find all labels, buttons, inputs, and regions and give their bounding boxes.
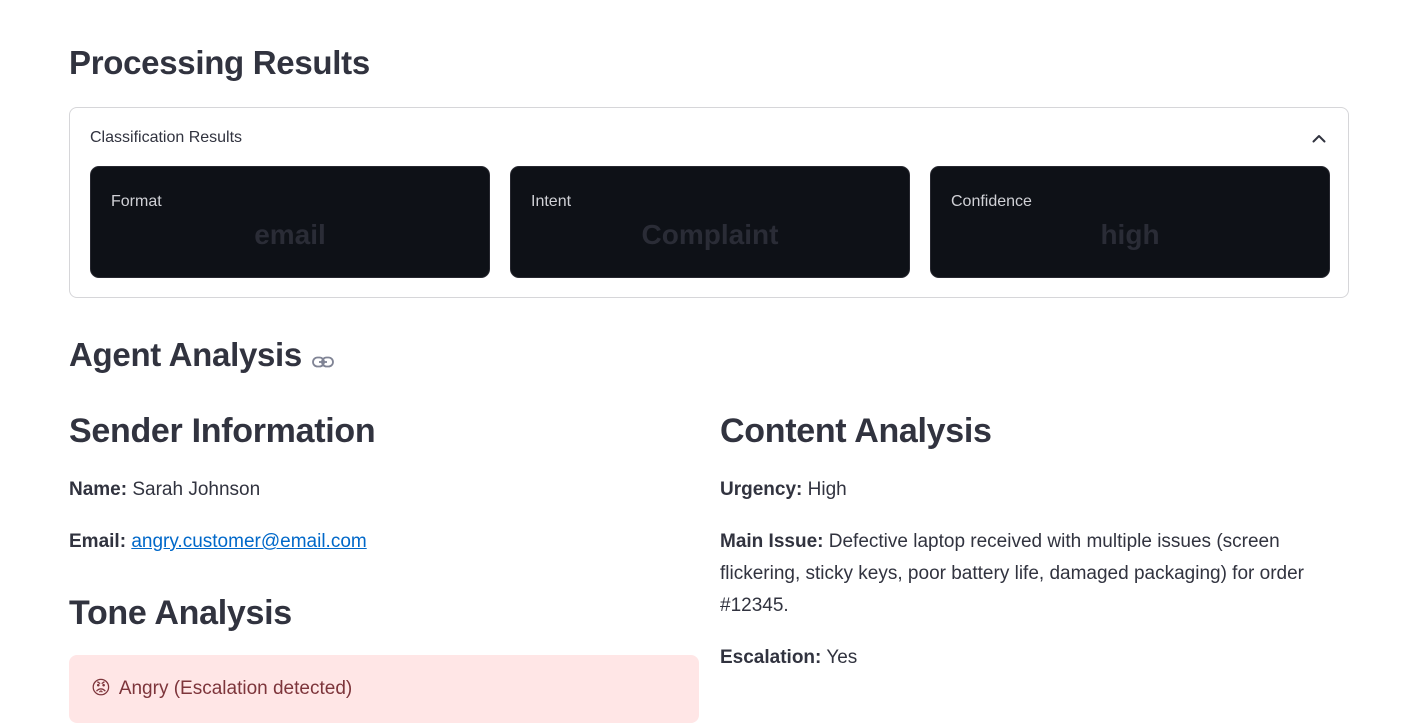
field-value: Sarah Johnson <box>132 479 261 500</box>
field-label: Email: <box>69 531 127 552</box>
metric-card-intent: Intent Complaint <box>510 166 910 278</box>
link-icon[interactable] <box>312 338 334 376</box>
sender-email-field: Email: angry.customer@email.com <box>69 526 367 558</box>
chevron-up-icon[interactable] <box>1310 129 1328 147</box>
field-value: High <box>807 479 847 500</box>
page-title: Processing Results <box>69 44 370 81</box>
sender-name-field: Name: Sarah Johnson <box>69 474 260 506</box>
sender-info-heading: Sender Information <box>69 412 376 450</box>
angry-face-icon: 😡 <box>91 678 111 699</box>
content-analysis-heading: Content Analysis <box>720 412 992 450</box>
expander-header[interactable]: Classification Results <box>90 126 1328 150</box>
tone-alert-text: Angry (Escalation detected) <box>118 677 353 699</box>
metric-value: high <box>1100 219 1160 250</box>
metric-label: Confidence <box>951 193 1032 210</box>
email-link[interactable]: angry.customer@email.com <box>131 531 366 552</box>
metric-card-confidence: Confidence high <box>930 166 1330 278</box>
metric-label: Intent <box>531 193 572 210</box>
metric-value: email <box>254 219 326 250</box>
field-label: Urgency: <box>720 479 803 500</box>
expander-title: Classification Results <box>90 129 243 146</box>
tone-analysis-heading: Tone Analysis <box>69 594 292 632</box>
metric-value: Complaint <box>641 219 779 250</box>
classification-expander: Classification Results Format email Inte… <box>69 107 1349 298</box>
tone-alert: 😡 Angry (Escalation detected) <box>69 655 699 723</box>
agent-analysis-heading: Agent Analysis <box>69 336 334 376</box>
field-label: Escalation: <box>720 647 822 668</box>
metric-card-format: Format email <box>90 166 490 278</box>
main-issue-field: Main Issue: Defective laptop received wi… <box>720 526 1330 622</box>
urgency-field: Urgency: High <box>720 474 847 506</box>
field-label: Name: <box>69 479 128 500</box>
field-value: Yes <box>826 647 858 668</box>
field-label: Main Issue: <box>720 531 824 552</box>
metric-label: Format <box>111 193 162 210</box>
escalation-field: Escalation: Yes <box>720 642 857 674</box>
agent-analysis-title: Agent Analysis <box>69 336 302 373</box>
